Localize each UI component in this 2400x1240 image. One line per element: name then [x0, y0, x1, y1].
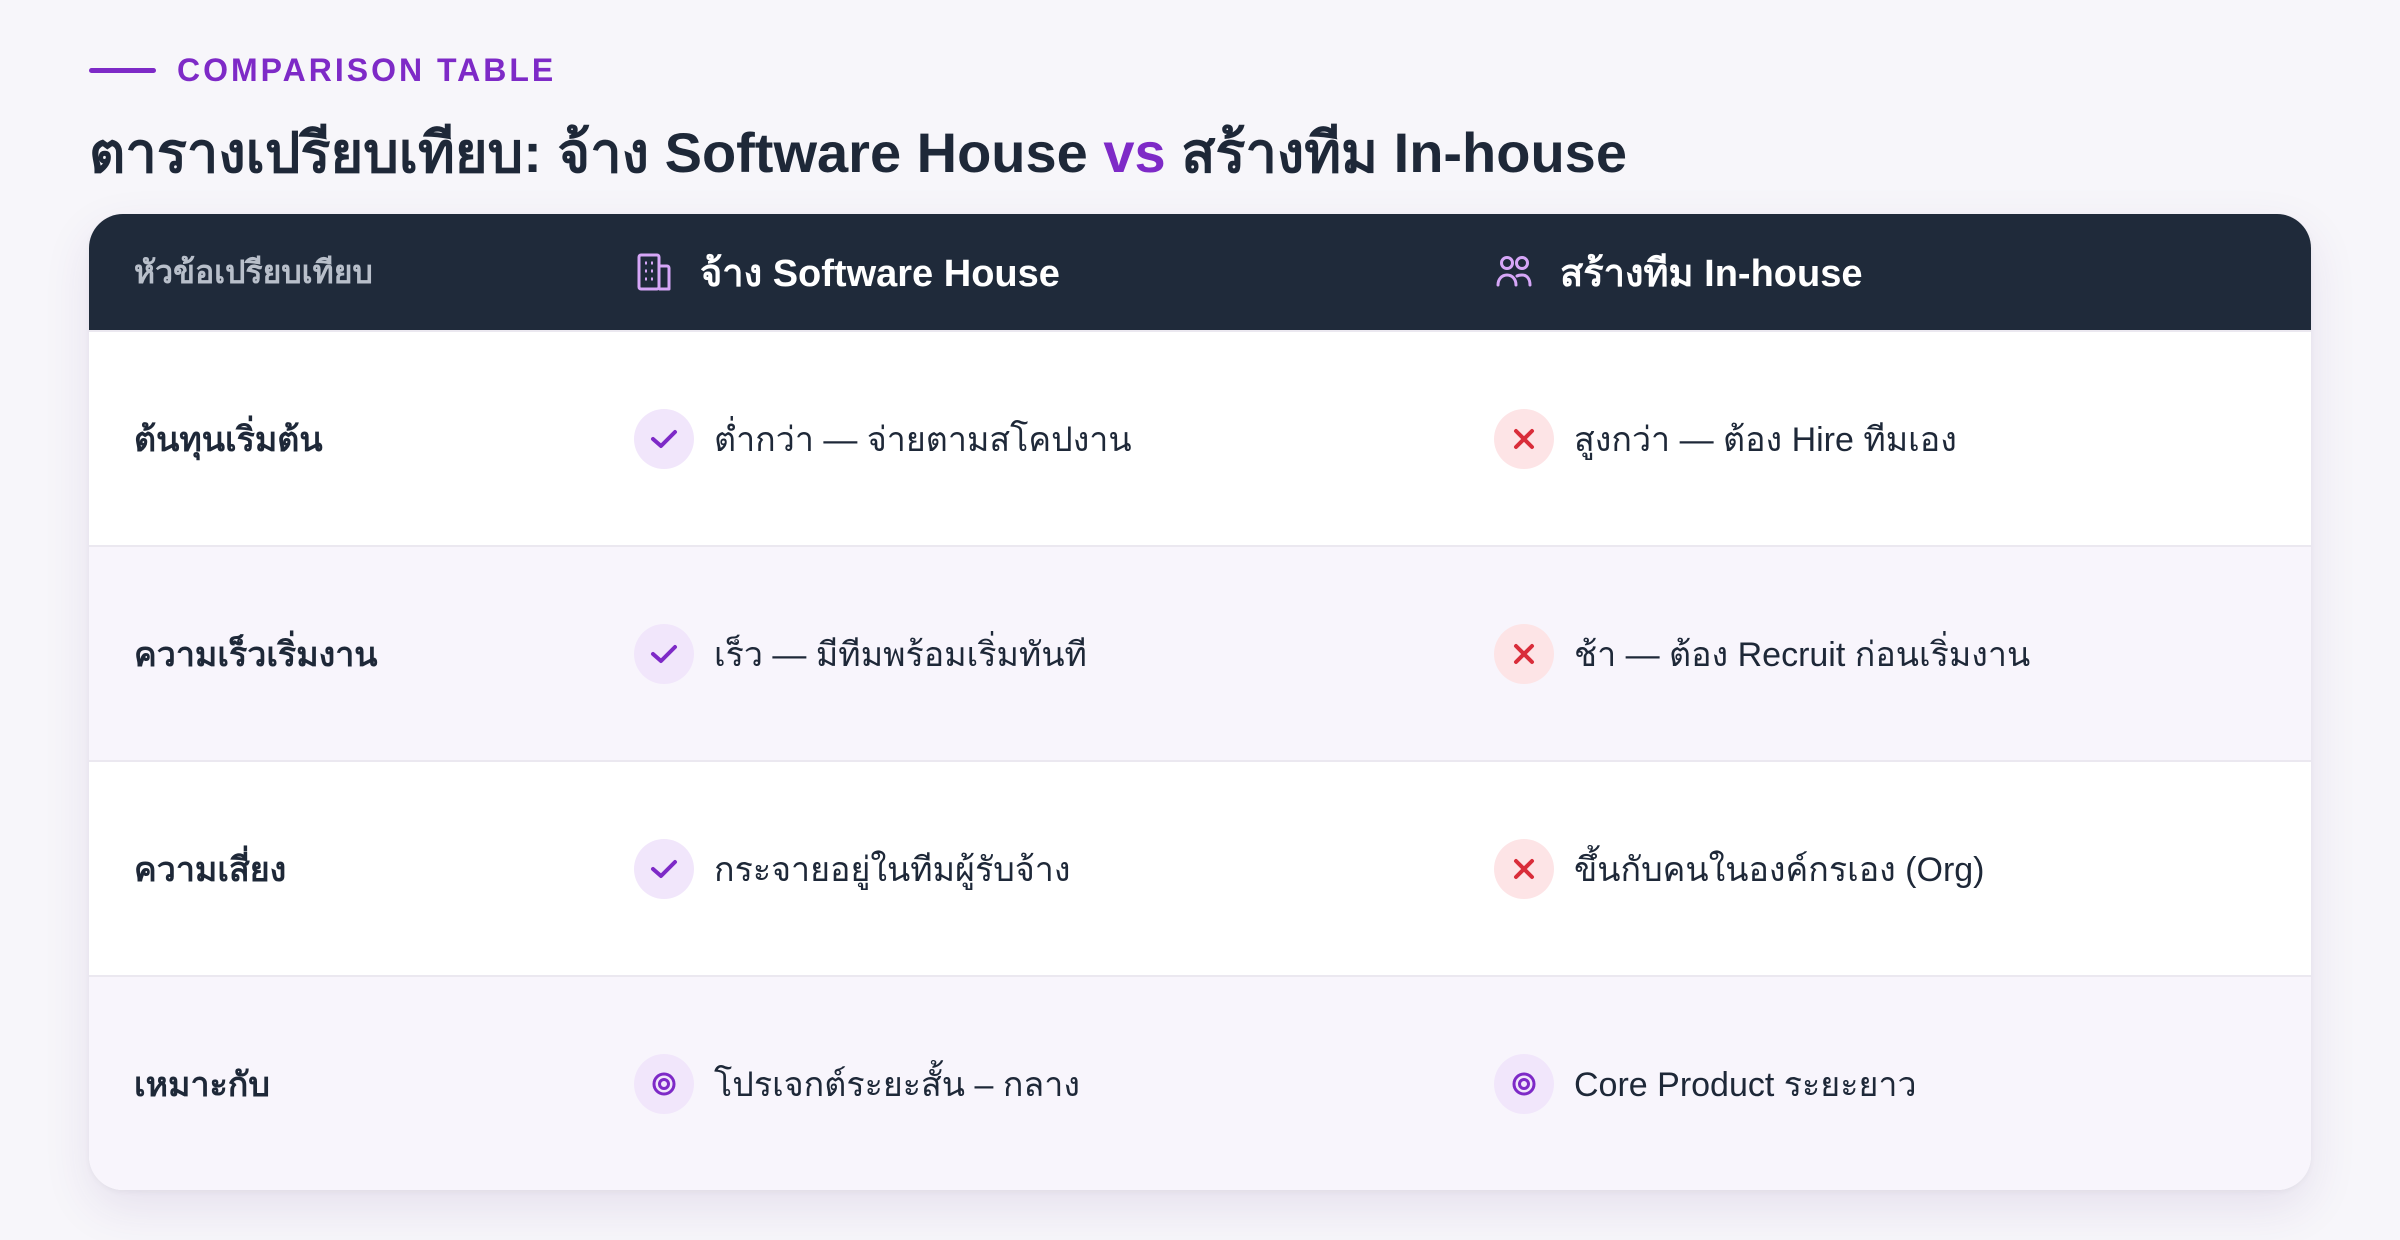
- target-icon: [634, 1053, 694, 1114]
- table-header: หัวข้อเปรียบเทียบ จ้าง Software House สร…: [89, 214, 2311, 330]
- cross-icon: [1494, 408, 1554, 469]
- in-house-cell: Core Product ระยะยาว: [1494, 1053, 2311, 1114]
- software-house-value: กระจายอยู่ในทีมผู้รับจ้าง: [714, 850, 1071, 889]
- column-header-software-house: จ้าง Software House: [634, 214, 1494, 330]
- title-part-2: สร้างทีม In-house: [1165, 121, 1627, 184]
- column-header-software-house-label: จ้าง Software House: [700, 252, 1060, 295]
- in-house-cell: สูงกว่า — ต้อง Hire ทีมเอง: [1494, 408, 2311, 469]
- eyebrow-accent-line: [89, 68, 156, 73]
- column-header-in-house-label: สร้างทีม In-house: [1560, 252, 1863, 295]
- check-icon: [634, 838, 694, 899]
- software-house-cell: โปรเจกต์ระยะสั้น – กลาง: [634, 1053, 1494, 1114]
- building-icon: [634, 252, 674, 292]
- column-header-topic: หัวข้อเปรียบเทียบ: [134, 253, 373, 290]
- row-topic: ต้นทุนเริ่มต้น: [134, 420, 323, 459]
- title-part-1: ตารางเปรียบเทียบ: จ้าง Software House: [89, 121, 1104, 184]
- software-house-value: ต่ำกว่า — จ่ายตามสโคปงาน: [714, 420, 1132, 459]
- table-row: ความเสี่ยง กระจายอยู่ในทีมผู้รับจ้าง ขึ้…: [89, 760, 2311, 975]
- cross-icon: [1494, 838, 1554, 899]
- in-house-value: ขึ้นกับคนในองค์กรเอง (Org): [1574, 850, 1985, 889]
- target-icon: [1494, 1053, 1554, 1114]
- in-house-cell: ขึ้นกับคนในองค์กรเอง (Org): [1494, 838, 2311, 899]
- software-house-cell: กระจายอยู่ในทีมผู้รับจ้าง: [634, 838, 1494, 899]
- table-row: ต้นทุนเริ่มต้น ต่ำกว่า — จ่ายตามสโคปงาน …: [89, 330, 2311, 545]
- title-vs: vs: [1103, 121, 1166, 184]
- eyebrow: COMPARISON TABLE: [89, 52, 556, 89]
- row-topic: ความเสี่ยง: [134, 850, 287, 889]
- table-row: เหมาะกับ โปรเจกต์ระยะสั้น – กลาง Core Pr…: [89, 975, 2311, 1190]
- software-house-value: โปรเจกต์ระยะสั้น – กลาง: [714, 1065, 1080, 1104]
- software-house-cell: ต่ำกว่า — จ่ายตามสโคปงาน: [634, 408, 1494, 469]
- cross-icon: [1494, 623, 1554, 684]
- software-house-cell: เร็ว — มีทีมพร้อมเริ่มทันที: [634, 623, 1494, 684]
- check-icon: [634, 408, 694, 469]
- row-topic: เหมาะกับ: [134, 1065, 270, 1104]
- users-icon: [1494, 252, 1534, 292]
- in-house-value: Core Product ระยะยาว: [1574, 1065, 1917, 1104]
- eyebrow-label: COMPARISON TABLE: [177, 52, 557, 88]
- column-header-in-house: สร้างทีม In-house: [1494, 214, 2311, 330]
- page-title: ตารางเปรียบเทียบ: จ้าง Software House vs…: [89, 108, 1627, 197]
- row-topic: ความเร็วเริ่มงาน: [134, 635, 378, 674]
- comparison-table: หัวข้อเปรียบเทียบ จ้าง Software House สร…: [89, 214, 2311, 1190]
- table-row: ความเร็วเริ่มงาน เร็ว — มีทีมพร้อมเริ่มท…: [89, 545, 2311, 760]
- software-house-value: เร็ว — มีทีมพร้อมเริ่มทันที: [714, 635, 1087, 674]
- in-house-value: สูงกว่า — ต้อง Hire ทีมเอง: [1574, 420, 1957, 459]
- in-house-value: ช้า — ต้อง Recruit ก่อนเริ่มงาน: [1574, 635, 2031, 674]
- in-house-cell: ช้า — ต้อง Recruit ก่อนเริ่มงาน: [1494, 623, 2311, 684]
- check-icon: [634, 623, 694, 684]
